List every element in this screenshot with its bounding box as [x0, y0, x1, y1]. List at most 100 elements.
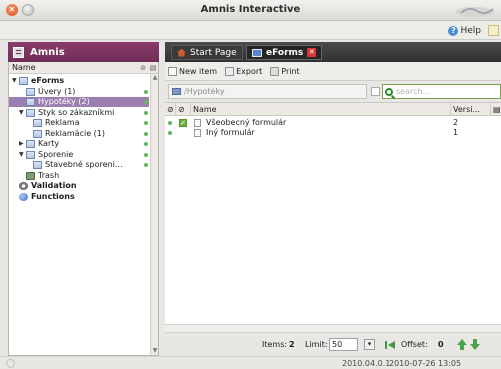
search-icon [385, 87, 393, 96]
path-value: /Hypotéky [184, 87, 225, 96]
status-dot [144, 163, 148, 167]
tree-item-label: Sporenie [38, 149, 74, 159]
items-label: Items: [262, 340, 288, 349]
limit-dropdown-icon[interactable]: ▾ [364, 339, 375, 350]
tree-item[interactable]: Reklamácie (1) [9, 129, 149, 139]
search-placeholder: search... [396, 87, 431, 96]
spinner-icon [6, 359, 15, 368]
path-bar: /Hypotéky search... [165, 82, 501, 101]
folder-icon [26, 150, 35, 159]
tree-item[interactable]: Validation [9, 181, 149, 191]
status-dot [144, 142, 148, 146]
tree-item[interactable]: ▼ Styk so zákazníkmi [9, 108, 149, 118]
cell-name: Všeobecný formulár [206, 118, 287, 127]
expand-arrow-icon[interactable]: ▶ [19, 139, 25, 149]
collapse-arrow-icon[interactable]: ▼ [19, 108, 25, 118]
limit-label: Limit: [305, 340, 328, 349]
first-page-icon[interactable] [385, 340, 395, 350]
window-title: Amnis Interactive [200, 4, 301, 15]
table-horizontal-scrollbar[interactable] [165, 324, 501, 332]
folder-icon [33, 129, 42, 138]
next-page-icon[interactable] [470, 339, 480, 350]
tree-item-label: eForms [31, 76, 65, 85]
cell-version: 1 [453, 128, 459, 137]
search-input[interactable]: search... [382, 84, 501, 99]
cell-name: Iný formulár [206, 128, 255, 137]
column-header-version[interactable]: Versi... [451, 103, 491, 116]
print-button[interactable]: Print [270, 66, 300, 76]
help-label: Help [460, 25, 481, 36]
folder-icon [26, 140, 35, 148]
status-bar: 2010.04.0.1 2010-07-26 13:05 [0, 356, 501, 369]
status-version: 2010.04.0.1 [342, 359, 391, 368]
status-column-icon[interactable]: ⊘ [138, 64, 148, 72]
tree-item[interactable]: ▼ eForms [9, 76, 149, 86]
tree-column-name[interactable]: Name [9, 63, 138, 72]
cell-version: 2 [453, 118, 459, 127]
path-field[interactable]: /Hypotéky [168, 84, 367, 99]
export-icon [225, 66, 235, 76]
help-button[interactable]: ? Help [448, 24, 481, 37]
tree-item[interactable]: Stavebné sporeni... [9, 160, 149, 170]
toolbar: New item Export Print [165, 62, 501, 81]
tree-item[interactable]: ▶ Karty [9, 139, 149, 149]
tree-scrollbar[interactable]: ▲ ▼ [150, 74, 158, 355]
tree-item-label: Hypotéky (2) [38, 97, 90, 106]
row-checkbox[interactable]: ✓ [179, 119, 187, 127]
tree-item-label: Úvery (1) [38, 86, 76, 96]
home-icon [177, 48, 186, 57]
recursive-checkbox[interactable] [371, 87, 380, 96]
status-dot [144, 100, 148, 104]
folder-icon [26, 87, 35, 96]
tree-item-label: Validation [31, 181, 77, 190]
table-header: ⊘ ⊘ Name Versi... ▤ [165, 103, 501, 116]
tab-start-page[interactable]: Start Page [171, 45, 243, 60]
tree-item[interactable]: Functions [9, 192, 149, 202]
scroll-down-icon[interactable]: ▼ [152, 348, 158, 354]
print-icon [270, 66, 280, 76]
collapse-arrow-icon[interactable]: ▼ [12, 76, 18, 86]
tree-item[interactable]: Reklama [9, 118, 149, 128]
tree-item[interactable]: ▼ Sporenie [9, 150, 149, 160]
status-dot [144, 131, 148, 136]
column-settings-icon[interactable]: ▤ [148, 64, 158, 72]
items-count: 2 [289, 340, 295, 349]
scroll-up-icon[interactable]: ▲ [152, 75, 158, 81]
tree-item-label: Stavebné sporeni... [45, 160, 123, 169]
window-titlebar: ✕ Amnis Interactive [0, 0, 501, 21]
export-button[interactable]: Export [225, 66, 262, 76]
navigator-header: Amnis [8, 42, 159, 62]
folder-icon [33, 119, 42, 127]
notes-icon[interactable] [488, 25, 499, 36]
table-row[interactable]: ✓ Všeobecný formulár 2 [165, 118, 501, 128]
navigator-title: Amnis [30, 46, 65, 58]
new-item-button[interactable]: New item [168, 66, 217, 76]
limit-input[interactable]: 50 [329, 338, 358, 351]
gear-icon [19, 182, 28, 190]
table-row[interactable]: Iný formulár 1 [165, 128, 501, 138]
status-dot [144, 110, 148, 115]
tree-item[interactable]: Hypotéky (2) [9, 97, 149, 107]
amnis-icon [13, 46, 24, 58]
previous-page-icon[interactable] [457, 339, 467, 350]
eforms-icon [252, 48, 262, 57]
pager-bar: Items: 2 Limit: 50 ▾ Offset: 0 [165, 332, 501, 356]
tab-bar: Start Page eForms ✕ [165, 42, 501, 62]
document-icon [194, 119, 201, 127]
new-item-icon [168, 66, 177, 76]
status-dot [168, 121, 172, 125]
document-icon [194, 129, 201, 137]
status-column-icon[interactable]: ⊘ [165, 103, 176, 116]
tree-item-label: Reklamácie (1) [45, 128, 105, 138]
tree-item[interactable]: Trash [9, 171, 149, 181]
tab-eforms-label: eForms [266, 47, 304, 58]
tree-item-label: Karty [38, 139, 60, 148]
collapse-arrow-icon[interactable]: ▼ [19, 150, 25, 160]
column-header-name[interactable]: Name [191, 103, 451, 116]
tree-item[interactable]: Úvery (1) [9, 87, 149, 97]
check-column-icon[interactable]: ⊘ [176, 103, 191, 116]
column-settings-icon[interactable]: ▤ [491, 103, 501, 116]
tab-eforms[interactable]: eForms ✕ [246, 45, 323, 60]
tab-close-icon[interactable]: ✕ [307, 48, 317, 57]
menu-bar: ? Help [0, 21, 501, 40]
